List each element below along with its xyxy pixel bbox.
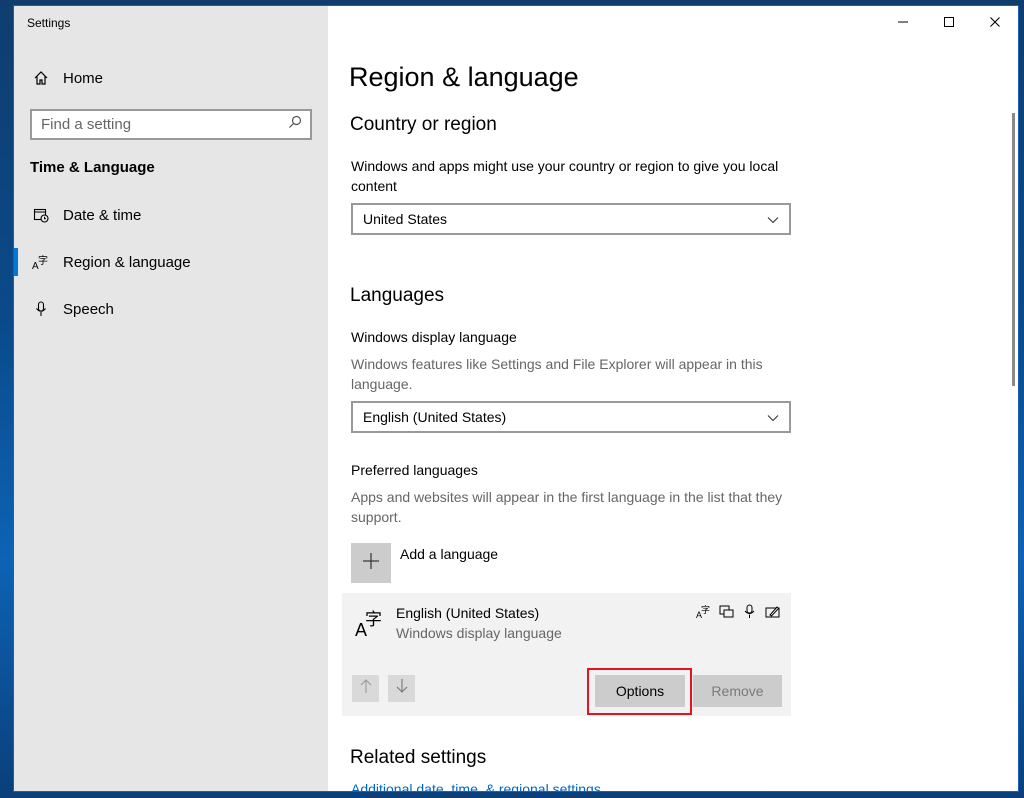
handwriting-icon — [764, 603, 781, 620]
language-icon: A字 — [31, 254, 51, 270]
close-button[interactable] — [972, 6, 1018, 38]
svg-text:字: 字 — [38, 254, 48, 267]
speech-icon — [741, 603, 758, 620]
svg-text:字: 字 — [701, 604, 710, 616]
display-language-dropdown[interactable]: English (United States) — [351, 401, 791, 433]
language-pack-icon: A字 — [695, 603, 712, 620]
language-name: English (United States) — [396, 605, 540, 621]
sidebar-section-title: Time & Language — [30, 159, 155, 176]
arrow-down-icon — [395, 678, 409, 699]
display-language-description: Windows features like Settings and File … — [351, 356, 763, 392]
calendar-clock-icon — [31, 207, 51, 223]
window-controls — [880, 6, 1018, 38]
options-button[interactable]: Options — [595, 675, 685, 707]
move-up-button[interactable] — [352, 675, 379, 702]
plus-icon — [362, 552, 380, 575]
sidebar-item-label: Region & language — [63, 253, 191, 271]
preferred-languages-description: Apps and websites will appear in the fir… — [351, 489, 783, 525]
minimize-button[interactable] — [880, 6, 926, 38]
search-box[interactable] — [30, 109, 312, 140]
scrollbar[interactable] — [1012, 113, 1015, 386]
additional-settings-link[interactable]: Additional date, time, & regional settin… — [351, 781, 601, 791]
language-subtitle: Windows display language — [396, 625, 562, 641]
country-dropdown[interactable]: United States — [351, 203, 791, 235]
search-input[interactable] — [41, 116, 271, 133]
display-language-icon — [718, 603, 735, 620]
sidebar-item-label: Date & time — [63, 206, 142, 224]
sidebar-item-label: Home — [63, 69, 104, 87]
microphone-icon — [31, 301, 51, 317]
languages-heading: Languages — [350, 285, 445, 306]
chevron-down-icon — [767, 409, 779, 425]
sidebar-item-home[interactable]: Home — [14, 58, 328, 98]
selection-indicator — [14, 248, 18, 276]
search-icon[interactable] — [288, 115, 302, 134]
main-content: Region & language Country or region Wind… — [328, 6, 1018, 791]
sidebar-item-speech[interactable]: Speech — [14, 289, 328, 329]
preferred-languages-label: Preferred languages — [351, 462, 478, 478]
display-language-selected-value: English (United States) — [363, 409, 507, 425]
country-selected-value: United States — [363, 211, 448, 227]
language-icon: A字 — [355, 608, 385, 643]
maximize-button[interactable] — [926, 6, 972, 38]
related-settings-heading: Related settings — [350, 747, 487, 768]
move-down-button[interactable] — [388, 675, 415, 702]
sidebar-item-label: Speech — [63, 300, 114, 318]
chevron-down-icon — [767, 211, 779, 227]
home-icon — [31, 70, 51, 86]
add-language-button[interactable] — [351, 543, 391, 583]
page-title: Region & language — [349, 62, 579, 92]
window-title: Settings — [27, 16, 71, 30]
display-language-label: Windows display language — [351, 329, 517, 345]
arrow-up-icon — [359, 678, 373, 699]
remove-button[interactable]: Remove — [693, 675, 782, 707]
sidebar-item-date-time[interactable]: Date & time — [14, 195, 328, 235]
svg-text:字: 字 — [365, 610, 382, 630]
settings-window: Settings Home Time & Language Date & tim… — [13, 5, 1019, 792]
language-list-item[interactable]: A字 English (United States) Windows displ… — [342, 593, 791, 716]
sidebar-item-region-language[interactable]: A字 Region & language — [14, 242, 328, 282]
language-feature-icons: A字 — [695, 603, 781, 620]
country-description: Windows and apps might use your country … — [351, 158, 779, 194]
country-heading: Country or region — [350, 114, 497, 135]
sidebar: Settings Home Time & Language Date & tim… — [14, 6, 328, 791]
add-language-label[interactable]: Add a language — [400, 546, 498, 562]
